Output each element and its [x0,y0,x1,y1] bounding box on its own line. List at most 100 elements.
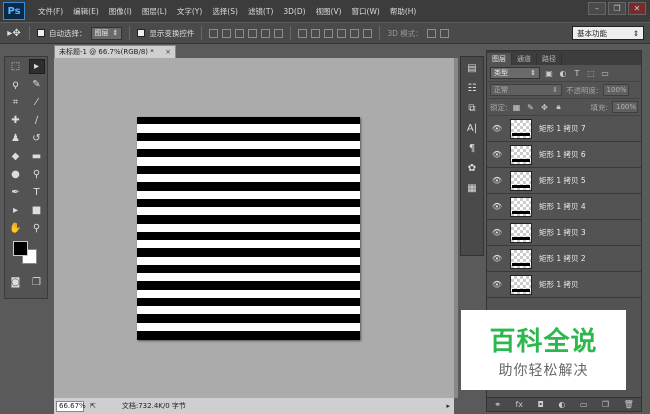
lock-pixels-icon[interactable]: ✎ [526,102,536,112]
lock-all-icon[interactable]: 🔒︎ [554,102,564,112]
opacity-field[interactable]: 100% [602,84,629,96]
document-tab[interactable]: 未标题-1 @ 66.7%(RGB/8) * × [54,45,176,58]
quick-mask-icon[interactable]: ◙ [8,275,24,290]
distribute-left-icon[interactable] [337,28,347,38]
clone-stamp-tool-icon[interactable]: ♟ [8,131,24,146]
layer-row[interactable]: 👁︎ 矩形 1 拷贝 5 [487,168,641,194]
rectangle-tool-icon[interactable]: ■ [29,203,45,218]
tab-paths[interactable]: 路径 [537,53,562,65]
auto-select-dropdown[interactable]: 图层 ⇕ [90,26,123,40]
document-canvas[interactable] [137,117,360,340]
swatches-panel-icon[interactable]: ▦ [461,179,483,197]
align-hcenter-icon[interactable] [261,28,271,38]
close-icon[interactable]: ✕ [628,2,646,15]
filter-smart-object-icon[interactable]: ▭ [600,68,610,78]
distribute-right-icon[interactable] [363,28,373,38]
eraser-tool-icon[interactable]: ◆ [8,149,24,164]
pen-tool-icon[interactable]: ✒ [8,185,24,200]
adjustment-layer-icon[interactable]: ◐ [558,400,565,409]
lock-transparent-icon[interactable]: ▦ [512,102,522,112]
blur-tool-icon[interactable]: ● [8,167,24,182]
zoom-tool-icon[interactable]: ⚲ [29,221,45,236]
new-layer-icon[interactable]: ❐ [602,400,609,409]
status-menu-icon[interactable]: ⇱ [90,402,96,410]
fill-field[interactable]: 100% [612,101,638,113]
align-vcenter-icon[interactable] [222,28,232,38]
dodge-tool-icon[interactable]: ⚲ [29,167,45,182]
screen-mode-icon[interactable]: ❐ [29,275,45,290]
vertical-scrollbar[interactable] [454,58,458,398]
properties-panel-icon[interactable]: ☷ [461,79,483,97]
layer-style-icon[interactable]: fx [515,400,523,409]
menu-window[interactable]: 窗口(W) [347,6,385,17]
history-panel-icon[interactable]: ▤ [461,59,483,77]
layer-row[interactable]: 👁︎ 矩形 1 拷贝 3 [487,220,641,246]
foreground-color-swatch[interactable] [13,241,28,256]
distribute-bottom-icon[interactable] [324,28,334,38]
visibility-eye-icon[interactable]: 👁︎ [487,124,507,133]
tab-channels[interactable]: 通道 [512,53,537,65]
history-brush-tool-icon[interactable]: ↺ [29,131,45,146]
paragraph-panel-icon[interactable]: ¶ [461,139,483,157]
lasso-tool-icon[interactable]: ϙ [8,77,24,92]
new-group-icon[interactable]: ▭ [580,400,588,409]
align-left-icon[interactable] [248,28,258,38]
distribute-vcenter-icon[interactable] [311,28,321,38]
menu-image[interactable]: 图像(I) [104,6,137,17]
menu-edit[interactable]: 编辑(E) [68,6,104,17]
delete-layer-icon[interactable]: 🗑︎ [624,400,634,409]
visibility-eye-icon[interactable]: 👁︎ [487,176,507,185]
eyedropper-tool-icon[interactable]: ⁄ [29,95,45,110]
lock-position-icon[interactable]: ✥ [540,102,550,112]
menu-help[interactable]: 帮助(H) [385,6,422,17]
distribute-hcenter-icon[interactable] [350,28,360,38]
type-tool-icon[interactable]: T [29,185,45,200]
healing-brush-tool-icon[interactable]: ✚ [8,113,24,128]
visibility-eye-icon[interactable]: 👁︎ [487,254,507,263]
visibility-eye-icon[interactable]: 👁︎ [487,280,507,289]
filter-shape-icon[interactable]: ⬚ [586,68,596,78]
auto-select-checkbox[interactable] [37,29,45,37]
menu-view[interactable]: 视图(V) [311,6,347,17]
zoom-field[interactable]: 66.67% [56,400,86,412]
menu-3d[interactable]: 3D(D) [278,7,310,16]
show-transform-checkbox[interactable] [137,29,146,37]
move-tool-icon[interactable]: ▸ [28,58,45,74]
align-bottom-icon[interactable] [235,28,245,38]
visibility-eye-icon[interactable]: 👁︎ [487,228,507,237]
adjustments-panel-icon[interactable]: ⧉ [461,99,483,117]
visibility-eye-icon[interactable]: 👁︎ [487,150,507,159]
align-right-icon[interactable] [274,28,284,38]
status-arrow-icon[interactable]: ▸ [446,402,450,410]
layer-mask-icon[interactable]: ◘ [538,400,544,409]
menu-type[interactable]: 文字(Y) [172,6,207,17]
menu-layer[interactable]: 图层(L) [137,6,172,17]
layer-row[interactable]: 👁︎ 矩形 1 拷贝 [487,272,641,298]
filter-kind-dropdown[interactable]: 类型 ⇕ [490,67,540,79]
layer-row[interactable]: 👁︎ 矩形 1 拷贝 4 [487,194,641,220]
brush-tool-icon[interactable]: ∕ [29,113,45,128]
filter-adjustment-icon[interactable]: ◐ [558,68,568,78]
path-select-tool-icon[interactable]: ▸ [8,203,24,218]
layer-row[interactable]: 👁︎ 矩形 1 拷贝 7 [487,116,641,142]
link-layers-icon[interactable]: ⚭ [494,400,501,409]
quick-select-tool-icon[interactable]: ✎ [29,77,45,92]
3d-rotate-icon[interactable] [426,28,436,38]
filter-type-icon[interactable]: T [572,68,582,78]
close-tab-icon[interactable]: × [165,48,171,56]
minimize-icon[interactable]: – [588,2,606,15]
layer-row[interactable]: 👁︎ 矩形 1 拷贝 2 [487,246,641,272]
3d-roll-icon[interactable] [439,28,449,38]
menu-filter[interactable]: 滤镜(T) [243,6,278,17]
visibility-eye-icon[interactable]: 👁︎ [487,202,507,211]
tab-layers[interactable]: 图层 [487,53,512,65]
workspace-switcher[interactable]: 基本功能 ⇕ [572,26,644,40]
restore-icon[interactable]: ❐ [608,2,626,15]
hand-tool-icon[interactable]: ✋ [8,221,24,236]
color-panel-icon[interactable]: ✿ [461,159,483,177]
align-top-icon[interactable] [209,28,219,38]
layer-row[interactable]: 👁︎ 矩形 1 拷贝 6 [487,142,641,168]
crop-tool-icon[interactable]: ⌗ [8,95,24,110]
marquee-tool-icon[interactable]: ⬚ [8,59,24,74]
character-panel-icon[interactable]: A| [461,119,483,137]
